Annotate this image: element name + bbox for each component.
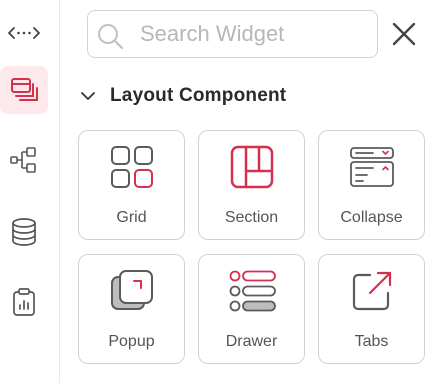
tree-structure-icon	[10, 147, 36, 173]
clipboard-chart-icon	[13, 288, 35, 316]
widget-card-tabs[interactable]: Tabs	[318, 254, 425, 364]
sidebar-rail	[0, 0, 60, 383]
layers-icon	[11, 78, 38, 101]
section-icon	[230, 145, 273, 189]
database-icon	[12, 218, 36, 246]
widget-label: Collapse	[340, 209, 403, 226]
rail-item-tree[interactable]	[0, 136, 48, 184]
collapse-icon	[349, 147, 394, 187]
close-icon[interactable]	[390, 20, 418, 48]
rail-item-database[interactable]	[0, 208, 48, 256]
rail-item-expand[interactable]	[0, 9, 48, 57]
search-icon	[98, 24, 124, 50]
widget-card-section[interactable]: Section	[198, 130, 305, 240]
widget-label: Tabs	[354, 333, 389, 350]
section-header[interactable]: Layout Component	[80, 82, 286, 110]
widget-card-drawer[interactable]: Drawer	[198, 254, 305, 364]
widget-label: Grid	[116, 209, 147, 226]
widget-panel: Layout Component Grid Section	[0, 0, 429, 383]
widget-card-popup[interactable]: Popup	[78, 254, 185, 364]
popup-icon	[110, 270, 153, 310]
section-title: Layout Component	[110, 85, 287, 106]
expand-horizontal-icon	[8, 27, 40, 39]
tabs-icon	[352, 271, 391, 311]
widget-label: Popup	[108, 333, 155, 350]
search-box[interactable]	[87, 10, 378, 58]
widget-card-grid[interactable]: Grid	[78, 130, 185, 240]
rail-item-layers[interactable]	[0, 66, 48, 114]
widget-label: Drawer	[225, 333, 278, 350]
rail-item-clipboard[interactable]	[0, 278, 48, 326]
grid-icon	[110, 146, 153, 188]
search-input[interactable]	[140, 19, 370, 49]
widget-card-collapse[interactable]: Collapse	[318, 130, 425, 240]
chevron-down-icon	[81, 92, 95, 100]
widget-label: Section	[224, 209, 279, 226]
drawer-icon	[229, 270, 276, 312]
